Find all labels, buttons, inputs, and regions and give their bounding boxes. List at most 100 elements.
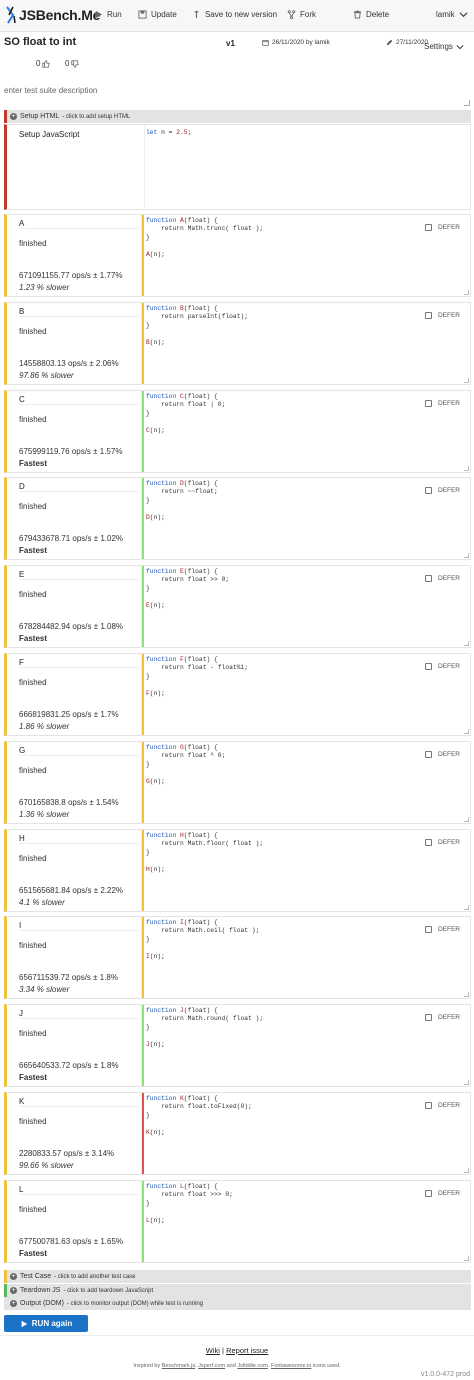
defer-checkbox[interactable] (424, 1190, 432, 1197)
defer-toggle[interactable]: DEFER (424, 1014, 460, 1021)
test-case-name-input[interactable]: E (19, 568, 139, 580)
function-call: L (146, 1216, 150, 1224)
test-case-name-input[interactable]: D (19, 480, 139, 492)
calendar-icon (262, 40, 269, 46)
user-menu[interactable]: lamik (436, 10, 468, 19)
resize-handle[interactable] (464, 817, 469, 822)
test-code-editor[interactable]: function E(float) { return float >> 0; }… (146, 568, 229, 610)
test-case-card: Jfinished 665640533.72 ops/s ± 1.8% Fastes… (4, 1004, 471, 1087)
test-code-editor[interactable]: function B(float) { return parseInt(floa… (146, 305, 248, 347)
delete-button[interactable]: Delete (353, 10, 389, 19)
test-case-name-input[interactable]: C (19, 393, 139, 405)
defer-checkbox[interactable] (424, 312, 432, 319)
defer-checkbox[interactable] (424, 751, 432, 758)
defer-checkbox[interactable] (424, 487, 432, 494)
update-button[interactable]: Update (138, 10, 177, 19)
defer-checkbox[interactable] (424, 400, 432, 407)
resize-handle[interactable] (464, 641, 469, 646)
test-code-editor[interactable]: function H(float) { return Math.floor( f… (146, 832, 263, 874)
function-name: F (180, 656, 184, 663)
resize-handle[interactable] (464, 1080, 469, 1085)
jsperf-link[interactable]: Jsperf.com (198, 1363, 225, 1369)
defer-checkbox[interactable] (424, 926, 432, 933)
test-case-name-input[interactable]: L (19, 1183, 139, 1195)
defer-toggle[interactable]: DEFER (424, 926, 460, 933)
test-code-editor[interactable]: function A(float) { return Math.trunc( f… (146, 217, 263, 259)
resize-handle[interactable] (464, 290, 469, 295)
wiki-link[interactable]: Wiki (206, 1346, 220, 1355)
test-code-editor[interactable]: function G(float) { return float ^ 0; } … (146, 744, 225, 786)
test-code-editor[interactable]: function D(float) { return ~~float; } D(… (146, 480, 218, 522)
defer-toggle[interactable]: DEFER (424, 487, 460, 494)
defer-toggle[interactable]: DEFER (424, 1102, 460, 1109)
setup-js-editor[interactable]: let n = 2.5; (146, 129, 191, 137)
defer-toggle[interactable]: DEFER (424, 751, 460, 758)
defer-checkbox[interactable] (424, 1014, 432, 1021)
save-new-version-button[interactable]: Save to new version (192, 10, 277, 19)
benchmarkjs-link[interactable]: Benchmark.js (162, 1363, 195, 1369)
description-input[interactable]: enter test suite description (4, 86, 470, 106)
logo[interactable]: JSBench.Me (4, 4, 100, 26)
resize-handle[interactable] (464, 992, 469, 997)
resize-handle[interactable] (464, 100, 470, 106)
defer-checkbox[interactable] (424, 1102, 432, 1109)
defer-toggle[interactable]: DEFER (424, 224, 460, 231)
defer-toggle[interactable]: DEFER (424, 400, 460, 407)
settings-menu[interactable]: Settings (424, 42, 464, 51)
function-call: B (146, 338, 150, 346)
like-button[interactable]: 0 (36, 59, 51, 68)
run-button[interactable]: Run (94, 10, 122, 19)
resize-handle[interactable] (464, 1256, 469, 1261)
bottom-bar-output-dom[interactable]: + Output (DOM) - click to monitor output (… (4, 1297, 471, 1310)
test-case-name-input[interactable]: G (19, 744, 139, 756)
test-case-name-input[interactable]: K (19, 1095, 139, 1107)
report-issue-link[interactable]: Report issue (226, 1346, 268, 1355)
result-indicator (142, 917, 144, 998)
relative-speed: Fastest (19, 1073, 48, 1082)
test-code-editor[interactable]: function C(float) { return float | 0; } … (146, 393, 225, 435)
test-case-name-input[interactable]: F (19, 656, 139, 668)
test-code-editor[interactable]: function J(float) { return Math.round( f… (146, 1007, 263, 1049)
test-case-card: Afinished 671091155.77 ops/s ± 1.77% 1.23 … (4, 214, 471, 297)
fontawesome-link[interactable]: Fontawesome.io (271, 1363, 311, 1369)
defer-toggle[interactable]: DEFER (424, 1190, 460, 1197)
defer-checkbox[interactable] (424, 663, 432, 670)
resize-handle[interactable] (464, 1168, 469, 1173)
fork-button[interactable]: Fork (287, 10, 316, 19)
run-again-button[interactable]: RUN again (4, 1315, 88, 1332)
defer-checkbox[interactable] (424, 575, 432, 582)
defer-label: DEFER (437, 663, 460, 670)
test-code-editor[interactable]: function L(float) { return float >>> 0; … (146, 1183, 233, 1225)
defer-label: DEFER (437, 751, 460, 758)
jsfiddle-link[interactable]: Jsfiddle.com (237, 1363, 268, 1369)
test-code-editor[interactable]: function K(float) { return float.toFixed… (146, 1095, 252, 1137)
defer-toggle[interactable]: DEFER (424, 839, 460, 846)
defer-toggle[interactable]: DEFER (424, 312, 460, 319)
resize-handle[interactable] (464, 466, 469, 471)
resize-handle[interactable] (464, 378, 469, 383)
test-case-name-input[interactable]: A (19, 217, 139, 229)
resize-handle[interactable] (464, 553, 469, 558)
function-body: return parseInt(float); (161, 313, 249, 321)
resize-handle[interactable] (464, 729, 469, 734)
play-icon (21, 1320, 27, 1327)
test-code-editor[interactable]: function I(float) { return Math.ceil( fl… (146, 919, 259, 961)
test-case-name-input[interactable]: J (19, 1007, 139, 1019)
test-code-editor[interactable]: function F(float) { return float - float… (146, 656, 248, 698)
setup-html-bar[interactable]: + Setup HTML - click to add setup HTML (4, 110, 471, 123)
test-case-name-input[interactable]: H (19, 832, 139, 844)
function-body: return float >> 0; (161, 576, 230, 584)
test-status: finished (19, 678, 47, 687)
page-title[interactable]: SO float to int (4, 36, 76, 48)
resize-handle[interactable] (464, 905, 469, 910)
dislike-button[interactable]: 0 (65, 59, 80, 68)
function-body: return Math.trunc( float ); (161, 225, 264, 233)
defer-checkbox[interactable] (424, 224, 432, 231)
defer-toggle[interactable]: DEFER (424, 575, 460, 582)
test-case-name-input[interactable]: I (19, 919, 139, 931)
bottom-bar-test-case[interactable]: + Test Case - click to add another test ca… (4, 1270, 471, 1283)
bottom-bar-teardown-js[interactable]: + Teardown JS - click to add teardown Java… (4, 1284, 471, 1297)
test-case-name-input[interactable]: B (19, 305, 139, 317)
defer-checkbox[interactable] (424, 839, 432, 846)
defer-toggle[interactable]: DEFER (424, 663, 460, 670)
